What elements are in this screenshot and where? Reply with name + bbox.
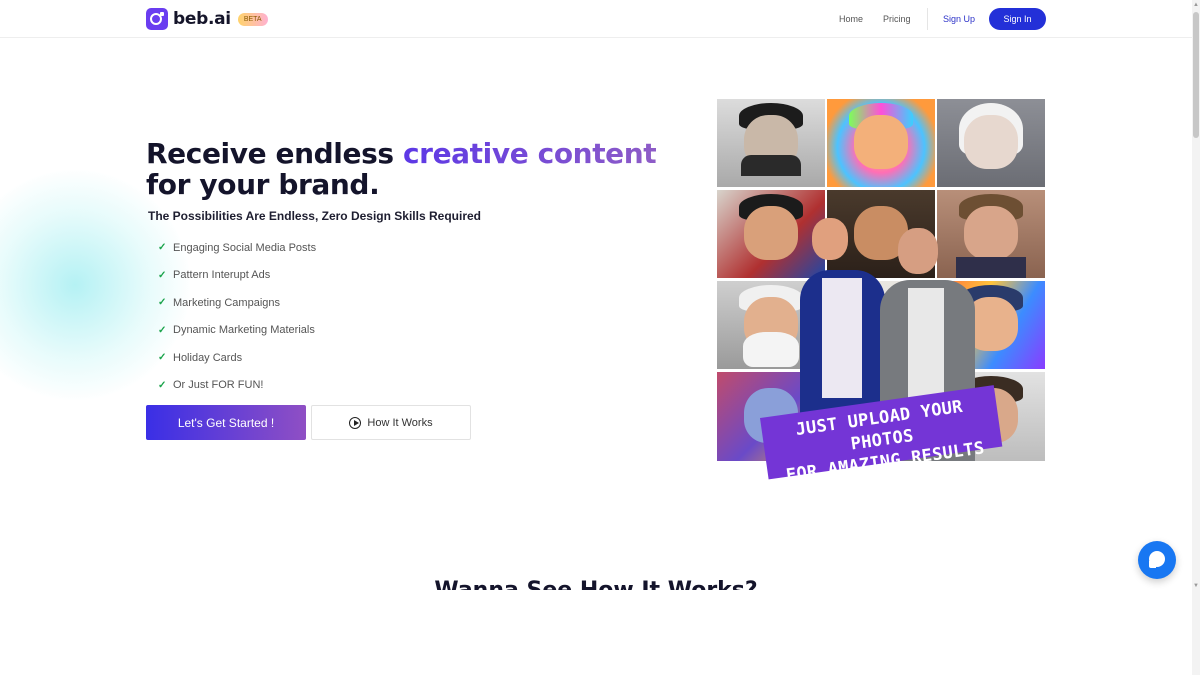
sign-in-button[interactable]: Sign In <box>989 8 1046 30</box>
nav-divider <box>927 8 928 30</box>
logo-icon <box>146 8 168 30</box>
how-it-works-label: How It Works <box>367 416 433 429</box>
feature-item: ✓ Marketing Campaigns <box>158 289 316 317</box>
feature-label: Or Just FOR FUN! <box>173 379 264 392</box>
feature-label: Pattern Interupt Ads <box>173 269 271 282</box>
play-circle-icon <box>349 416 362 429</box>
portrait-tile <box>937 99 1045 187</box>
portrait-tile <box>717 99 825 187</box>
scroll-down-arrow-icon[interactable]: ▼ <box>1193 583 1199 589</box>
scroll-up-arrow-icon[interactable]: ▲ <box>1193 2 1199 8</box>
feature-list: ✓ Engaging Social Media Posts ✓ Pattern In… <box>158 234 316 399</box>
feature-item: ✓ Engaging Social Media Posts <box>158 234 316 262</box>
check-icon: ✓ <box>158 379 167 391</box>
top-navigation-bar: beb.ai BETA Home Pricing Sign Up Sign In <box>0 0 1192 38</box>
page-scrollbar[interactable]: ▲ ▼ <box>1192 0 1200 675</box>
portrait-tile <box>827 99 935 187</box>
hero-headline: Receive endless creative content for you… <box>146 138 666 200</box>
check-icon: ✓ <box>158 242 167 254</box>
feature-label: Engaging Social Media Posts <box>173 241 317 254</box>
feature-item: ✓ Holiday Cards <box>158 344 316 372</box>
check-icon: ✓ <box>158 324 167 336</box>
feature-item: ✓ Pattern Interupt Ads <box>158 262 316 290</box>
how-it-works-button[interactable]: How It Works <box>311 405 471 440</box>
feature-item: ✓ Dynamic Marketing Materials <box>158 317 316 345</box>
headline-start: Receive endless <box>146 137 403 170</box>
next-section-title: Wanna See How It Works? <box>0 578 1192 590</box>
brand-name: beb.ai <box>173 9 231 29</box>
get-started-button[interactable]: Let's Get Started ! <box>146 405 306 440</box>
feature-label: Marketing Campaigns <box>173 296 280 309</box>
nav-pricing-link[interactable]: Pricing <box>883 0 911 37</box>
scrollbar-thumb[interactable] <box>1193 12 1199 138</box>
feature-item: ✓ Or Just FOR FUN! <box>158 372 316 400</box>
check-icon: ✓ <box>158 269 167 281</box>
next-section-heading: Wanna See How It Works? <box>0 578 1192 590</box>
nav-home-link[interactable]: Home <box>839 0 863 37</box>
hero-subheadline: The Possibilities Are Endless, Zero Desi… <box>148 209 481 223</box>
beta-badge: BETA <box>237 12 268 26</box>
sign-up-link[interactable]: Sign Up <box>943 0 975 37</box>
headline-accent: creative content <box>402 137 657 170</box>
feature-label: Holiday Cards <box>173 351 243 364</box>
feature-label: Dynamic Marketing Materials <box>173 324 315 337</box>
headline-end: for your brand. <box>146 168 380 201</box>
check-icon: ✓ <box>158 297 167 309</box>
check-icon: ✓ <box>158 352 167 364</box>
brand-logo[interactable]: beb.ai BETA <box>146 8 268 30</box>
chat-bubble-icon[interactable] <box>1138 541 1176 579</box>
